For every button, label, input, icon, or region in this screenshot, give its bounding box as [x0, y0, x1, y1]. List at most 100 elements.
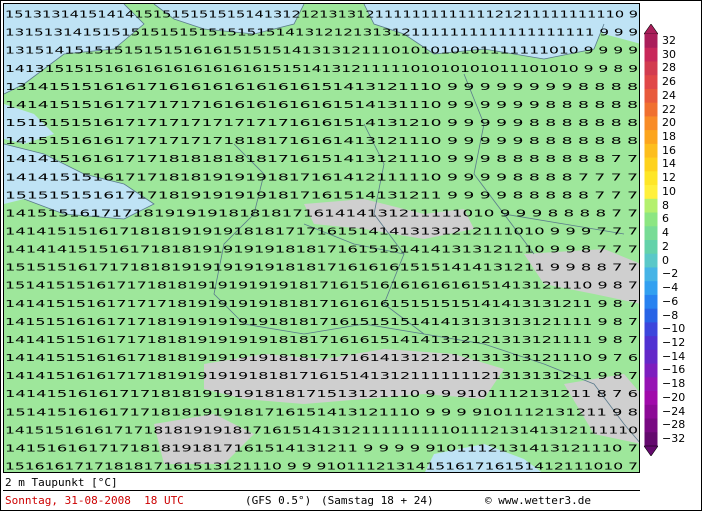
colorbar-label: −8: [662, 308, 679, 322]
colorbar-segment: [644, 404, 658, 420]
value-row: 1516161717181817161513121110 9 9 9101112…: [5, 461, 638, 472]
colorbar-segment: [644, 157, 658, 172]
colorbar-segment: [644, 267, 658, 282]
colorbar-label: 24: [662, 88, 676, 102]
colorbar-label: −4: [662, 281, 679, 295]
value-row: 1415151617171819191918181817161414131211…: [5, 208, 638, 219]
colorbar-segment: [644, 240, 658, 255]
value-row: 1414151616171718181919191818171513121110…: [5, 389, 638, 400]
colorbar-label: 16: [662, 143, 676, 157]
colorbar-segment: [644, 116, 658, 131]
colorbar-label: 30: [662, 47, 676, 61]
colorbar-segment: [644, 363, 658, 378]
colorbar-label: 20: [662, 116, 676, 130]
value-row: 1315141515151515151616151515141313121110…: [5, 46, 638, 57]
value-row: 1514151516171718181919191919181716151616…: [5, 281, 638, 292]
colorbar-label: −2: [662, 267, 679, 281]
copyright: © www.wetter3.de: [485, 494, 591, 507]
colorbar-label: 18: [662, 130, 676, 143]
footer: 2 m Taupunkt [°C] Sonntag, 31-08-2008 18…: [3, 474, 640, 509]
colorbar-label: 10: [662, 184, 676, 198]
value-row: 1415161617171818191817161514131211 9 9 9…: [5, 443, 638, 454]
colorbar-label: 0: [662, 253, 669, 267]
colorbar-label: 2: [662, 239, 669, 253]
value-row: 1413151515161616161616161615151413121111…: [5, 64, 638, 75]
value-row: 1513131415141415151515151514131212131312…: [5, 10, 638, 21]
value-row: 1414151516171718181919191918181716161514…: [5, 335, 638, 346]
value-row: 1414151516171717171616161616161514131110…: [5, 100, 638, 111]
colorbar-segment: [644, 294, 658, 310]
mountains-carpathians: [524, 249, 639, 304]
colorbar-label: −16: [662, 363, 686, 377]
colorbar-segment: [644, 308, 658, 323]
colorbar-label: 32: [662, 33, 676, 47]
colorbar-bottom-arrow: [643, 445, 659, 457]
colorbar-label: 22: [662, 102, 676, 116]
value-row: 1414151516171718181919191817161412111110…: [5, 172, 638, 183]
colorbar-label: 6: [662, 212, 669, 226]
model-name: (GFS 0.5°): [245, 494, 312, 507]
colorbar-segment: [644, 253, 658, 268]
colorbar-label: −6: [662, 294, 679, 308]
colorbar: [643, 23, 659, 457]
colorbar-segment: [644, 226, 658, 241]
colorbar-segment: [644, 432, 658, 447]
colorbar-segment: [644, 281, 658, 296]
mountains-southwest: [154, 414, 254, 464]
colorbar-label: −32: [662, 432, 686, 446]
colorbar-label: 4: [662, 226, 669, 240]
colorbar-label: −28: [662, 418, 686, 432]
colorbar-segment: [644, 212, 658, 227]
value-row: 1414151616171718191919191818171615141312…: [5, 371, 638, 382]
value-row: 1414141515161718181919191918181716151514…: [5, 245, 638, 256]
colorbar-top-arrow: [643, 23, 659, 35]
colorbar-segment: [644, 198, 658, 214]
model-run: (Samstag 18 + 24): [321, 494, 434, 507]
value-row: 1515151516171718191919191817161514131211…: [5, 190, 638, 201]
colorbar-label: −18: [662, 377, 686, 391]
value-row: 1414151516171818191919181817171615141413…: [5, 226, 638, 237]
value-row: 1315131415151515151515151515141312121313…: [5, 28, 638, 39]
value-row: 1514151616171718181919181716151413121110…: [5, 407, 638, 418]
colorbar-label: 8: [662, 198, 669, 212]
colorbar-segment: [644, 171, 658, 186]
colorbar-label: 12: [662, 171, 676, 185]
colorbar-segment: [644, 185, 658, 200]
colorbar-segment: [644, 61, 658, 76]
colorbar-label: −14: [662, 349, 686, 363]
colorbar-segment: [644, 47, 658, 62]
value-row: 1414151516171717181919191918181716161615…: [5, 299, 638, 310]
colorbar-label: −20: [662, 390, 686, 404]
colorbar-label: −10: [662, 322, 686, 336]
map-canvas: 1513131415141415151515151514131212131312…: [4, 4, 639, 472]
value-row: 1414151616171718181818181716151413121110…: [5, 154, 638, 165]
colorbar-label: 26: [662, 75, 676, 89]
value-row: 1415151616171718181919181716151413121111…: [5, 425, 638, 436]
value-row: 1415151616171718191919191918181716151515…: [5, 317, 638, 328]
colorbar-segment: [644, 143, 658, 159]
value-row: 1414151516161718181919191918181717161413…: [5, 353, 638, 364]
value-row: 1415151616171717171718181716161413121110…: [5, 136, 638, 147]
colorbar-segment: [644, 377, 658, 392]
dewpoint-map: 1513131415141415151515151514131212131312…: [3, 3, 640, 473]
colorbar-label: 28: [662, 61, 676, 75]
valid-date: Sonntag, 31-08-2008 18 UTC: [5, 494, 184, 507]
colorbar-segment: [644, 336, 658, 351]
colorbar-segment: [644, 34, 658, 49]
colorbar-segment: [644, 102, 658, 117]
colorbar-segment: [644, 418, 658, 433]
colorbar-segment: [644, 322, 658, 337]
colorbar-segment: [644, 75, 658, 90]
colorbar-segment: [644, 391, 658, 406]
colorbar-label: 14: [662, 157, 676, 171]
value-row: 1314151516161716161616161616151413121110…: [5, 82, 638, 93]
value-row: 1515151516171717171717171716161514131210…: [5, 118, 638, 129]
colorbar-label: −24: [662, 404, 686, 418]
colorbar-label: −12: [662, 336, 686, 349]
colorbar-segment: [644, 349, 658, 365]
colorbar-canvas: [643, 23, 659, 457]
map-title: 2 m Taupunkt [°C]: [5, 476, 118, 489]
colorbar-segment: [644, 130, 658, 145]
value-row: 1515151617171818191919191918181716161615…: [5, 263, 638, 274]
colorbar-segment: [644, 88, 658, 104]
